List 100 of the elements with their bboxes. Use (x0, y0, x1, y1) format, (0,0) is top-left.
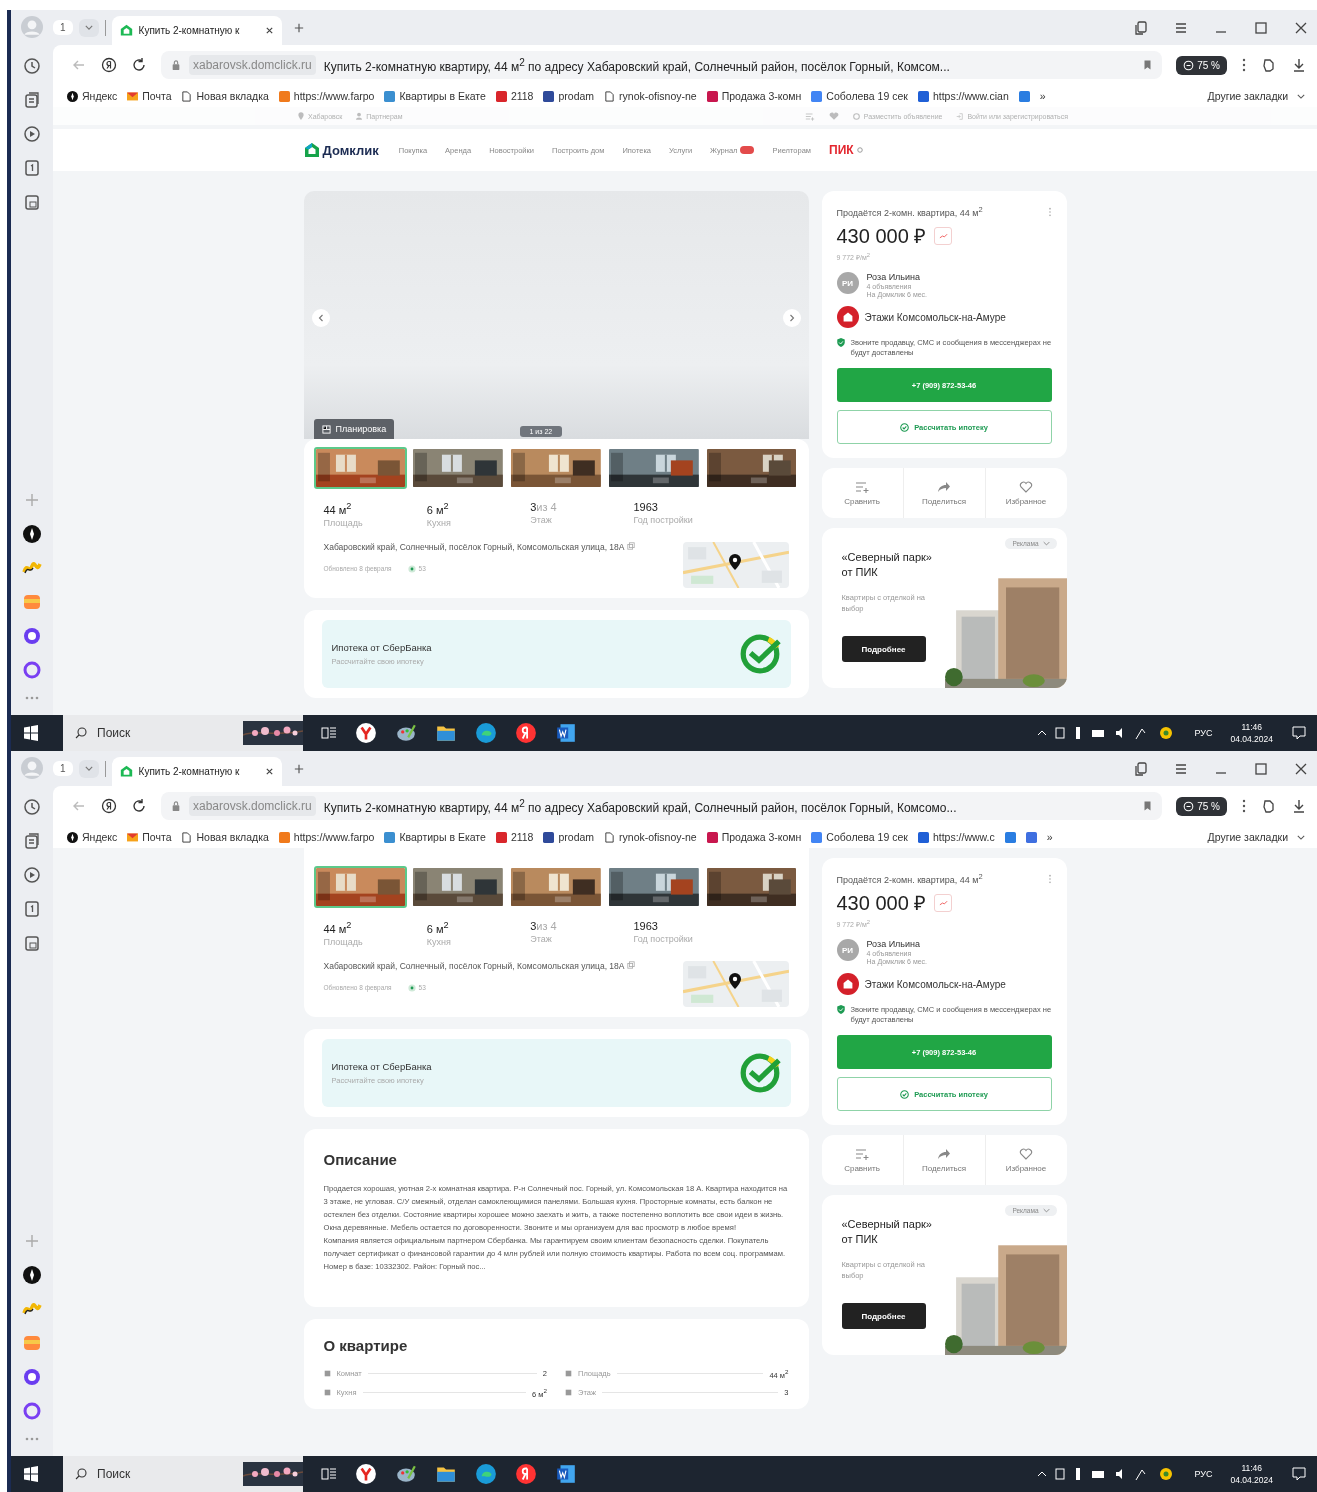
start-icon[interactable] (23, 1466, 39, 1482)
tab-counter[interactable]: 1 (53, 761, 73, 776)
app-icon[interactable] (22, 1367, 42, 1387)
bookmark-link[interactable]: Продажа 3-комн (706, 831, 802, 843)
download-icon[interactable] (1291, 57, 1307, 73)
reload-icon[interactable] (131, 798, 147, 814)
seller-name[interactable]: Роза Ильина (866, 939, 928, 950)
kebab-icon[interactable] (1241, 57, 1247, 73)
search-field[interactable]: Поиск (63, 1456, 303, 1492)
yandex-app-icon[interactable] (515, 722, 537, 744)
bookmark-icon[interactable] (1143, 800, 1153, 812)
bookmark-link[interactable]: rynok-ofisnoy-ne (604, 831, 697, 843)
start-icon[interactable] (23, 725, 39, 741)
clock-time[interactable]: 11:46 (1241, 722, 1263, 732)
browser-tab[interactable]: Купить 2-комнатную к (111, 16, 282, 45)
bookmark-link[interactable]: prodam (543, 831, 595, 843)
agency-name[interactable]: Этажи Комсомольск-на-Амуре (864, 311, 1006, 323)
favorite-button[interactable]: Избранное (985, 468, 1067, 519)
download-icon[interactable] (1291, 798, 1307, 814)
bookmark-link[interactable]: https://www.cian (917, 90, 1009, 102)
kebab-icon[interactable] (1241, 798, 1247, 814)
site-bookmark-icon[interactable] (1004, 831, 1016, 843)
bookmark-link[interactable]: Соболева 19 сек (811, 831, 908, 843)
gallery-icon[interactable] (22, 933, 42, 953)
extensions-icon[interactable] (1261, 57, 1277, 73)
compare-button[interactable]: Сравнить (821, 1135, 904, 1186)
mortgage-title[interactable]: Ипотека от СберБанка (331, 1060, 739, 1072)
bookmark-link[interactable]: Почта (127, 831, 172, 843)
play-icon[interactable] (22, 124, 42, 144)
word-app-icon[interactable] (555, 1463, 577, 1485)
history-icon[interactable] (22, 56, 42, 76)
copy-icon[interactable] (1133, 19, 1149, 36)
bookmark-link[interactable]: https://www.c (917, 831, 995, 843)
address-field[interactable]: xabarovsk.domclick.ru Купить 2-комнатную квартиру, 44 м$^{2}$ по адресу Хабаровский край, Солнечный район, посёлок Горный, Комсом... (161, 51, 1163, 79)
compare-button[interactable]: Сравнить (821, 468, 904, 519)
clock-time[interactable]: 11:46 (1241, 1463, 1263, 1473)
notifications-icon[interactable] (1291, 1466, 1307, 1482)
brand-link[interactable]: ПИК (829, 143, 863, 157)
share-button[interactable]: Поделиться (903, 1135, 986, 1186)
other-bookmarks-button[interactable]: Другие закладки (1207, 90, 1305, 102)
zoom-button[interactable]: 75 % (1176, 796, 1227, 816)
reload-icon[interactable] (131, 57, 147, 73)
clock-date[interactable]: 04.04.2024 (1230, 734, 1273, 744)
close-icon[interactable] (264, 767, 274, 776)
task-view-icon[interactable] (321, 1466, 337, 1482)
bookmark-icon[interactable] (1143, 59, 1153, 71)
map-pin-icon[interactable] (728, 972, 741, 989)
favorite-button[interactable]: Избранное (985, 1135, 1067, 1186)
gallery-icon[interactable] (22, 192, 42, 212)
more-bookmarks-button[interactable]: » (1039, 90, 1046, 102)
play-icon[interactable] (22, 865, 42, 885)
app-icon[interactable] (22, 626, 42, 646)
notes-icon[interactable] (22, 831, 42, 851)
history-icon[interactable] (22, 797, 42, 817)
word-app-icon[interactable] (555, 722, 577, 744)
maximize-icon[interactable] (1253, 760, 1269, 777)
site-logo[interactable]: Домклик (303, 142, 379, 158)
clock-date[interactable]: 04.04.2024 (1230, 1475, 1273, 1485)
agency-name[interactable]: Этажи Комсомольск-на-Амуре (864, 978, 1006, 990)
site-bookmark-icon[interactable] (1018, 90, 1030, 102)
address-field[interactable]: xabarovsk.domclick.ru Купить 2-комнатную квартиру, 44 м$^{2}$ по адресу Хабаровский край, Солнечный район, посёлок Горный, Комсомо... (161, 792, 1163, 820)
browser-app-icon[interactable] (355, 722, 377, 744)
more-button[interactable]: Подробнее (841, 636, 926, 663)
bookmark-link[interactable]: https://www.farpo (278, 831, 375, 843)
extensions-icon[interactable] (1261, 798, 1277, 814)
more-button[interactable]: Подробнее (841, 1303, 926, 1330)
search-field[interactable]: Поиск (63, 715, 303, 751)
bookmark-link[interactable]: Квартиры в Екате (384, 831, 486, 843)
notes-icon[interactable] (22, 90, 42, 110)
bookmark-link[interactable]: Продажа 3-комн (706, 90, 802, 102)
browser-tab[interactable]: Купить 2-комнатную к (111, 757, 282, 786)
maximize-icon[interactable] (1253, 19, 1269, 36)
language-indicator[interactable]: РУС (1194, 728, 1213, 738)
app-icon[interactable] (22, 524, 42, 544)
paint-app-icon[interactable] (395, 722, 417, 744)
close-icon[interactable] (264, 26, 274, 35)
bookmark-link[interactable]: Яндекс (67, 90, 118, 102)
bookmark-link[interactable]: prodam (543, 90, 595, 102)
zoom-button[interactable]: 75 % (1176, 55, 1227, 75)
tabs-icon[interactable] (22, 899, 42, 919)
paint-app-icon[interactable] (395, 1463, 417, 1485)
more-bookmarks-button[interactable]: » (1046, 831, 1053, 843)
seller-name[interactable]: Роза Ильина (866, 272, 928, 283)
copy-icon[interactable] (1133, 760, 1149, 777)
browser-app-icon[interactable] (355, 1463, 377, 1485)
bookmark-link[interactable]: 2118 (495, 90, 534, 102)
task-view-icon[interactable] (321, 725, 337, 741)
tab-counter[interactable]: 1 (53, 20, 73, 35)
site-bookmark-icon[interactable] (1025, 831, 1037, 843)
floor-plan-button[interactable]: Планировка (313, 419, 395, 439)
bookmark-link[interactable]: 2118 (495, 831, 534, 843)
map-pin-icon[interactable] (728, 553, 741, 570)
bookmark-link[interactable]: Квартиры в Екате (384, 90, 486, 102)
app-icon[interactable] (22, 1265, 42, 1285)
bookmark-link[interactable]: rynok-ofisnoy-ne (604, 90, 697, 102)
share-button[interactable]: Поделиться (903, 468, 986, 519)
previous-button[interactable] (311, 309, 330, 327)
bookmark-link[interactable]: Новая вкладка (181, 831, 269, 843)
edge-app-icon[interactable] (475, 722, 497, 744)
tabs-icon[interactable] (22, 158, 42, 178)
